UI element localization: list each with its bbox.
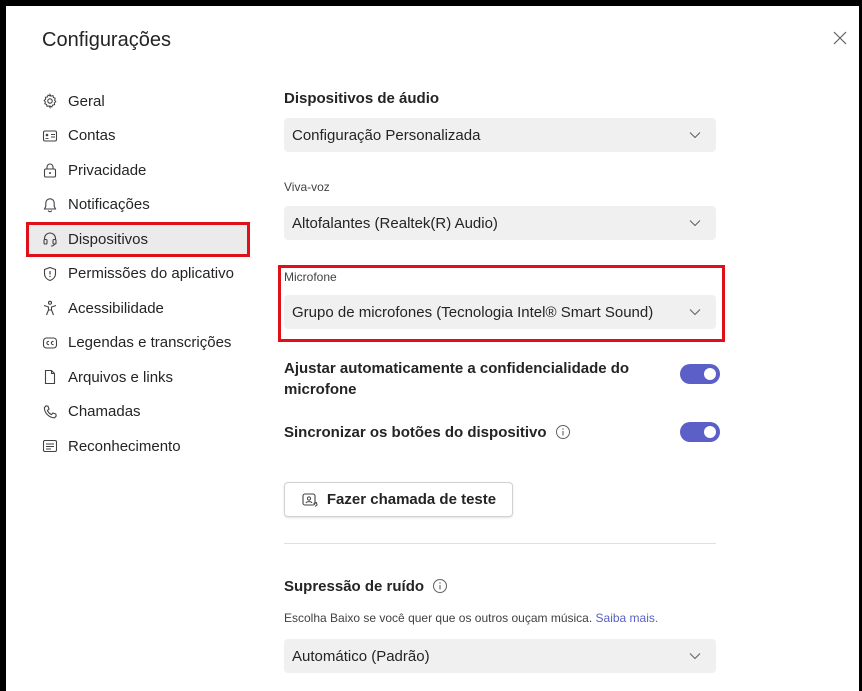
id-card-icon xyxy=(42,128,58,144)
sidebar-item-label: Dispositivos xyxy=(68,230,149,248)
toggle-knob xyxy=(704,426,716,438)
auto-sensitivity-row: Ajustar automaticamente a confidencialid… xyxy=(284,358,720,400)
audio-config-dropdown[interactable]: Configuração Personalizada xyxy=(284,118,716,152)
dialog-title: Configurações xyxy=(42,29,171,51)
microphone-label: Microfone xyxy=(284,270,337,284)
sidebar-item-label: Legendas e transcrições xyxy=(68,334,232,352)
dropdown-value: Grupo de microfones (Tecnologia Intel® S… xyxy=(292,303,654,321)
info-icon[interactable] xyxy=(555,424,571,440)
sidebar-item-arquivos[interactable]: Arquivos e links xyxy=(26,360,250,395)
sidebar-item-label: Notificações xyxy=(68,196,150,214)
dropdown-value: Altofalantes (Realtek(R) Audio) xyxy=(292,214,498,232)
toggle-knob xyxy=(704,368,716,380)
audio-devices-title: Dispositivos de áudio xyxy=(284,90,440,107)
sidebar-item-acessibilidade[interactable]: Acessibilidade xyxy=(26,291,250,326)
speaker-dropdown[interactable]: Altofalantes (Realtek(R) Audio) xyxy=(284,206,716,240)
phone-icon xyxy=(42,404,58,420)
headset-icon xyxy=(42,231,58,247)
sync-buttons-row: Sincronizar os botões do dispositivo xyxy=(284,422,720,443)
sidebar-item-geral[interactable]: Geral xyxy=(26,84,250,119)
noise-suppression-title-text: Supressão de ruído xyxy=(284,578,425,595)
sidebar-item-label: Contas xyxy=(68,127,116,145)
sidebar-item-privacidade[interactable]: Privacidade xyxy=(26,153,250,188)
noise-suppression-title: Supressão de ruído xyxy=(284,578,448,595)
sync-buttons-toggle[interactable] xyxy=(680,422,720,442)
chevron-down-icon xyxy=(688,305,702,319)
sidebar-item-label: Arquivos e links xyxy=(68,368,174,386)
accessibility-icon xyxy=(42,300,58,316)
sidebar-item-label: Privacidade xyxy=(68,161,147,179)
gear-icon xyxy=(42,93,58,110)
closed-captions-icon xyxy=(42,335,58,351)
sidebar-item-label: Acessibilidade xyxy=(68,299,164,317)
shield-icon xyxy=(42,266,58,282)
bell-icon xyxy=(42,197,58,213)
chevron-down-icon xyxy=(688,649,702,663)
sidebar-item-label: Chamadas xyxy=(68,403,141,421)
sidebar-item-contas[interactable]: Contas xyxy=(26,119,250,154)
test-call-label: Fazer chamada de teste xyxy=(326,491,497,508)
noise-description-text: Escolha Baixo se você quer que os outros… xyxy=(284,611,593,625)
settings-sidebar: Geral Contas Privacidade Notificações Di… xyxy=(26,84,250,464)
sidebar-item-chamadas[interactable]: Chamadas xyxy=(26,395,250,430)
sync-buttons-label: Sincronizar os botões do dispositivo xyxy=(284,424,547,441)
sidebar-item-reconhecimento[interactable]: Reconhecimento xyxy=(26,429,250,464)
sidebar-item-label: Reconhecimento xyxy=(68,437,181,455)
dropdown-value: Configuração Personalizada xyxy=(292,126,481,144)
noise-description: Escolha Baixo se você quer que os outros… xyxy=(284,611,658,625)
sidebar-item-label: Geral xyxy=(68,92,105,110)
close-button[interactable] xyxy=(828,26,852,50)
section-divider xyxy=(284,543,716,544)
microphone-dropdown[interactable]: Grupo de microfones (Tecnologia Intel® S… xyxy=(284,295,716,329)
chevron-down-icon xyxy=(688,216,702,230)
sidebar-item-legendas[interactable]: Legendas e transcrições xyxy=(26,326,250,361)
auto-sensitivity-toggle[interactable] xyxy=(680,364,720,384)
lock-icon xyxy=(42,162,58,178)
document-icon xyxy=(42,438,58,454)
sidebar-item-label: Permissões do aplicativo xyxy=(68,265,234,283)
close-icon xyxy=(833,31,847,45)
sync-buttons-label-wrap: Sincronizar os botões do dispositivo xyxy=(284,422,654,443)
learn-more-link[interactable]: Saiba mais. xyxy=(596,611,659,625)
dropdown-value: Automático (Padrão) xyxy=(292,647,430,665)
speaker-label: Viva-voz xyxy=(284,180,330,194)
sidebar-item-dispositivos[interactable]: Dispositivos xyxy=(26,222,250,257)
auto-sensitivity-label: Ajustar automaticamente a confidencialid… xyxy=(284,360,630,398)
test-call-button[interactable]: Fazer chamada de teste xyxy=(284,482,513,517)
chevron-down-icon xyxy=(688,128,702,142)
sidebar-item-notificacoes[interactable]: Notificações xyxy=(26,188,250,223)
noise-suppression-dropdown[interactable]: Automático (Padrão) xyxy=(284,639,716,673)
info-icon[interactable] xyxy=(432,578,448,594)
file-icon xyxy=(42,369,58,385)
sidebar-item-permissoes[interactable]: Permissões do aplicativo xyxy=(26,257,250,292)
test-call-icon xyxy=(301,491,319,509)
